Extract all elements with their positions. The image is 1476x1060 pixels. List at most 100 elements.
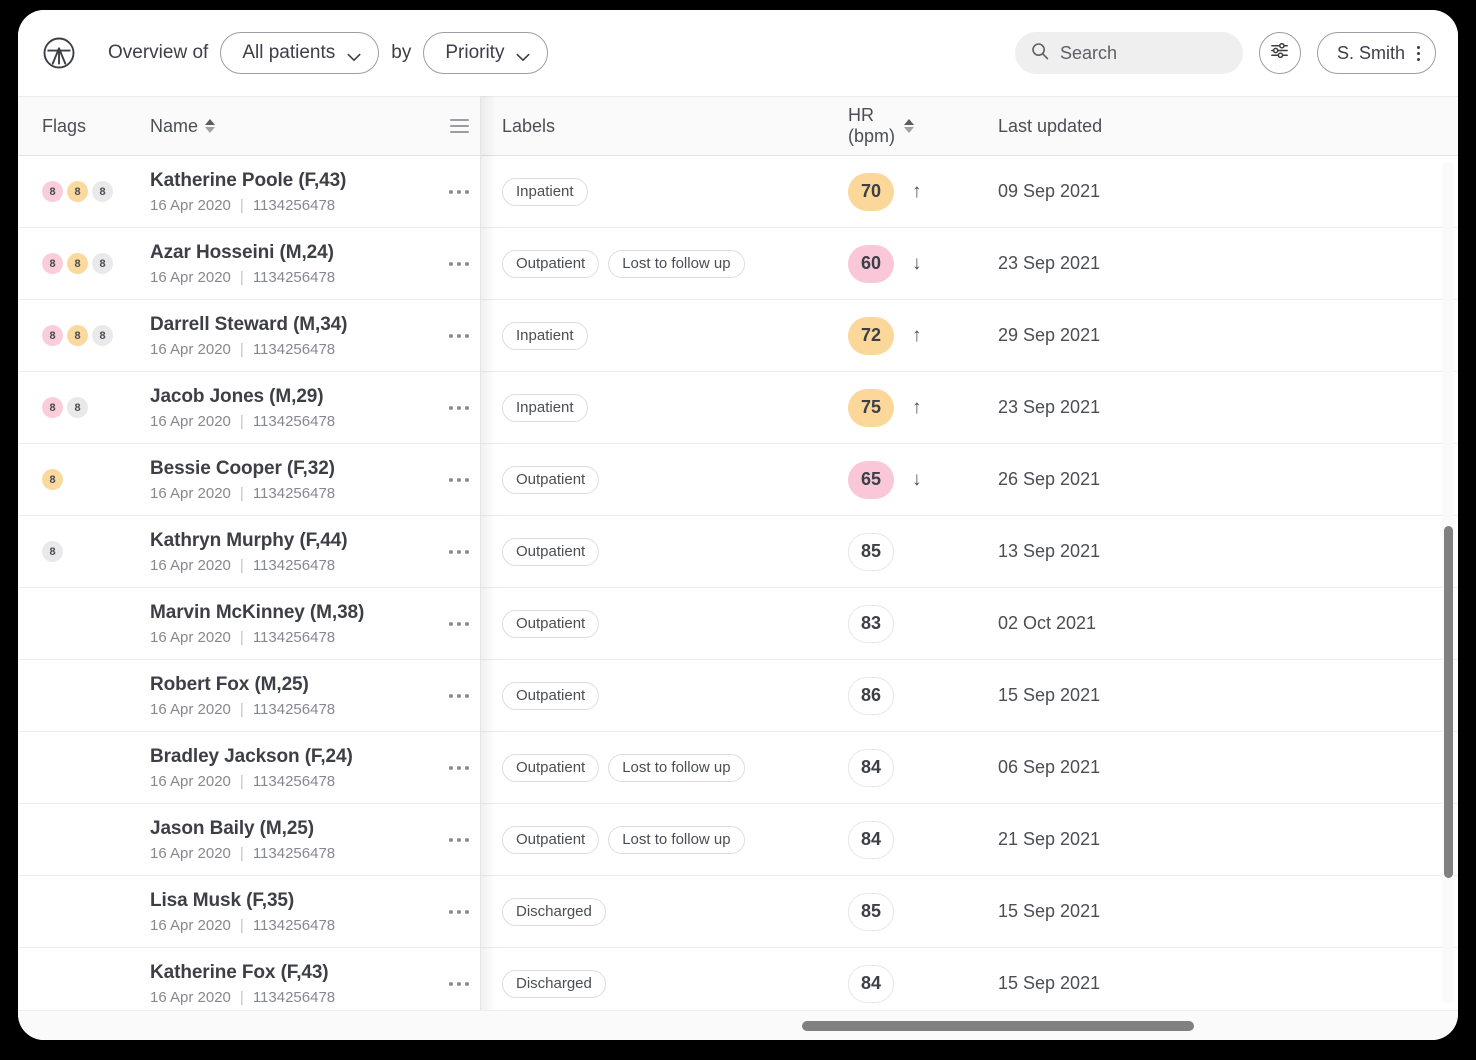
label-chip[interactable]: Outpatient xyxy=(502,825,600,854)
label-chip[interactable]: Outpatient xyxy=(502,465,600,494)
patient-name-cell[interactable]: Katherine Poole (F,43) 16 Apr 2020 | 113425… xyxy=(128,170,438,214)
patient-dob: 16 Apr 2020 xyxy=(150,916,231,934)
label-chip[interactable]: Outpatient xyxy=(502,681,600,710)
sort-arrows-icon[interactable] xyxy=(205,119,216,133)
row-actions-button[interactable] xyxy=(438,333,480,338)
heart-rate-cell: 60 ↓ xyxy=(820,228,978,299)
patient-name-cell[interactable]: Darrell Steward (M,34) 16 Apr 2020 | 113425… xyxy=(128,314,438,358)
flag-badge-grey[interactable]: 8 xyxy=(92,181,113,202)
table-row[interactable]: 8 Bessie Cooper (F,32) 16 Apr 2020 | 1134256… xyxy=(18,444,1458,516)
flag-badge-pink[interactable]: 8 xyxy=(42,397,63,418)
label-chip[interactable]: Discharged xyxy=(502,969,606,998)
patient-name-cell[interactable]: Jason Baily (M,25) 16 Apr 2020 | 1134256478 xyxy=(128,818,438,862)
table-row[interactable]: 8 Kathryn Murphy (F,44) 16 Apr 2020 | 113425… xyxy=(18,516,1458,588)
flags-cell: 8 xyxy=(18,516,128,587)
flag-badge-amber[interactable]: 8 xyxy=(67,253,88,274)
row-actions-button[interactable] xyxy=(438,189,480,194)
heart-rate-badge: 85 xyxy=(848,532,894,571)
meta-separator: | xyxy=(239,988,244,1006)
flag-badge-pink[interactable]: 8 xyxy=(42,253,63,274)
table-row[interactable]: Jason Baily (M,25) 16 Apr 2020 | 1134256478… xyxy=(18,804,1458,876)
patient-name-cell[interactable]: Katherine Fox (F,43) 16 Apr 2020 | 11342564… xyxy=(128,962,438,1006)
table-row[interactable]: Lisa Musk (F,35) 16 Apr 2020 | 1134256478 Di… xyxy=(18,876,1458,948)
flag-badge-pink[interactable]: 8 xyxy=(42,325,63,346)
filter-settings-button[interactable] xyxy=(1258,32,1301,74)
row-actions-button[interactable] xyxy=(438,261,480,266)
sort-arrows-icon[interactable] xyxy=(904,119,915,133)
search-icon xyxy=(1031,42,1049,65)
patient-name-cell[interactable]: Lisa Musk (F,35) 16 Apr 2020 | 1134256478 xyxy=(128,890,438,934)
label-chip[interactable]: Inpatient xyxy=(502,177,588,206)
vertical-scrollbar-thumb[interactable] xyxy=(1444,526,1453,878)
user-menu-button[interactable]: S. Smith xyxy=(1316,32,1436,74)
label-chip[interactable]: Outpatient xyxy=(502,609,600,638)
label-chip[interactable]: Inpatient xyxy=(502,321,588,350)
table-row[interactable]: Marvin McKinney (M,38) 16 Apr 2020 | 113425… xyxy=(18,588,1458,660)
flag-badge-amber[interactable]: 8 xyxy=(42,469,63,490)
search-input[interactable] xyxy=(1059,42,1227,64)
label-chip[interactable]: Outpatient xyxy=(502,249,600,278)
flag-badge-pink[interactable]: 8 xyxy=(42,181,63,202)
table-row[interactable]: 8 8 Jacob Jones (M,29) 16 Apr 2020 | 11342564… xyxy=(18,372,1458,444)
label-chip[interactable]: Lost to follow up xyxy=(608,753,745,782)
patient-id: 1134256478 xyxy=(252,484,336,502)
patient-id: 1134256478 xyxy=(252,340,336,358)
kebab-vertical-icon[interactable] xyxy=(1417,45,1420,61)
search-box[interactable] xyxy=(1014,32,1243,74)
label-chip[interactable]: Lost to follow up xyxy=(608,249,745,278)
row-actions-button[interactable] xyxy=(438,909,480,914)
chevron-down-icon xyxy=(516,49,530,61)
last-updated-cell: 09 Sep 2021 xyxy=(998,181,1101,201)
row-actions-button[interactable] xyxy=(438,477,480,482)
row-actions-button[interactable] xyxy=(438,837,480,842)
patient-name-cell[interactable]: Bessie Cooper (F,32) 16 Apr 2020 | 11342564… xyxy=(128,458,438,502)
by-label: by xyxy=(391,42,412,63)
heart-rate-cell: 83 xyxy=(820,588,978,659)
patient-name: Kathryn Murphy (F,44) xyxy=(150,529,348,551)
patient-name-cell[interactable]: Jacob Jones (M,29) 16 Apr 2020 | 1134256478 xyxy=(128,386,438,430)
patient-name-cell[interactable]: Kathryn Murphy (F,44) 16 Apr 2020 | 1134256… xyxy=(128,530,438,574)
row-actions-button[interactable] xyxy=(438,693,480,698)
table-row[interactable]: 8 8 8 Katherine Poole (F,43) 16 Apr 2020 | 113… xyxy=(18,156,1458,228)
flag-badge-grey[interactable]: 8 xyxy=(42,541,63,562)
label-chip[interactable]: Lost to follow up xyxy=(608,825,745,854)
cohort-filter-dropdown[interactable]: All patients xyxy=(220,32,380,74)
table-row[interactable]: Bradley Jackson (F,24) 16 Apr 2020 | 113425… xyxy=(18,732,1458,804)
flag-badge-amber[interactable]: 8 xyxy=(67,325,88,346)
patient-name-cell[interactable]: Marvin McKinney (M,38) 16 Apr 2020 | 113425… xyxy=(128,602,438,646)
row-actions-button[interactable] xyxy=(438,405,480,410)
label-chip[interactable]: Outpatient xyxy=(502,537,600,566)
heart-rate-cell: 70 ↑ xyxy=(820,156,978,227)
heart-rate-cell: 85 xyxy=(820,516,978,587)
row-actions-button[interactable] xyxy=(438,621,480,626)
flag-badge-grey[interactable]: 8 xyxy=(67,397,88,418)
flag-badge-grey[interactable]: 8 xyxy=(92,253,113,274)
name-column-menu-button[interactable] xyxy=(438,97,480,155)
flag-badge-amber[interactable]: 8 xyxy=(67,181,88,202)
table-row[interactable]: Robert Fox (M,25) 16 Apr 2020 | 1134256478 O… xyxy=(18,660,1458,732)
flag-badge-grey[interactable]: 8 xyxy=(92,325,113,346)
label-chip[interactable]: Discharged xyxy=(502,897,606,926)
patient-name-cell[interactable]: Azar Hosseini (M,24) 16 Apr 2020 | 11342564… xyxy=(128,242,438,286)
table-row[interactable]: 8 8 8 Azar Hosseini (M,24) 16 Apr 2020 | 11342… xyxy=(18,228,1458,300)
table-row[interactable]: Katherine Fox (F,43) 16 Apr 2020 | 11342564… xyxy=(18,948,1458,1010)
patient-meta: 16 Apr 2020 | 1134256478 xyxy=(150,413,438,430)
horizontal-scrollbar-thumb[interactable] xyxy=(802,1021,1194,1031)
row-actions-button[interactable] xyxy=(438,549,480,554)
label-chip[interactable]: Inpatient xyxy=(502,393,588,422)
patient-name-cell[interactable]: Bradley Jackson (F,24) 16 Apr 2020 | 113425… xyxy=(128,746,438,790)
heart-rate-badge: 65 xyxy=(848,460,894,499)
last-updated-cell: 15 Sep 2021 xyxy=(998,973,1101,993)
heart-rate-cell: 84 xyxy=(820,732,978,803)
label-chip[interactable]: Outpatient xyxy=(502,753,600,782)
meta-separator: | xyxy=(239,916,244,934)
patient-name: Bradley Jackson (F,24) xyxy=(150,745,353,767)
row-actions-button[interactable] xyxy=(438,765,480,770)
column-header-hr[interactable]: HR (bpm) xyxy=(820,97,978,155)
column-header-name[interactable]: Name xyxy=(128,97,438,155)
patient-name-cell[interactable]: Robert Fox (M,25) 16 Apr 2020 | 1134256478 xyxy=(128,674,438,718)
horizontal-scrollbar-track[interactable] xyxy=(18,1010,1458,1040)
row-actions-button[interactable] xyxy=(438,981,480,986)
table-row[interactable]: 8 8 8 Darrell Steward (M,34) 16 Apr 2020 | 113… xyxy=(18,300,1458,372)
group-by-dropdown[interactable]: Priority xyxy=(423,32,549,74)
